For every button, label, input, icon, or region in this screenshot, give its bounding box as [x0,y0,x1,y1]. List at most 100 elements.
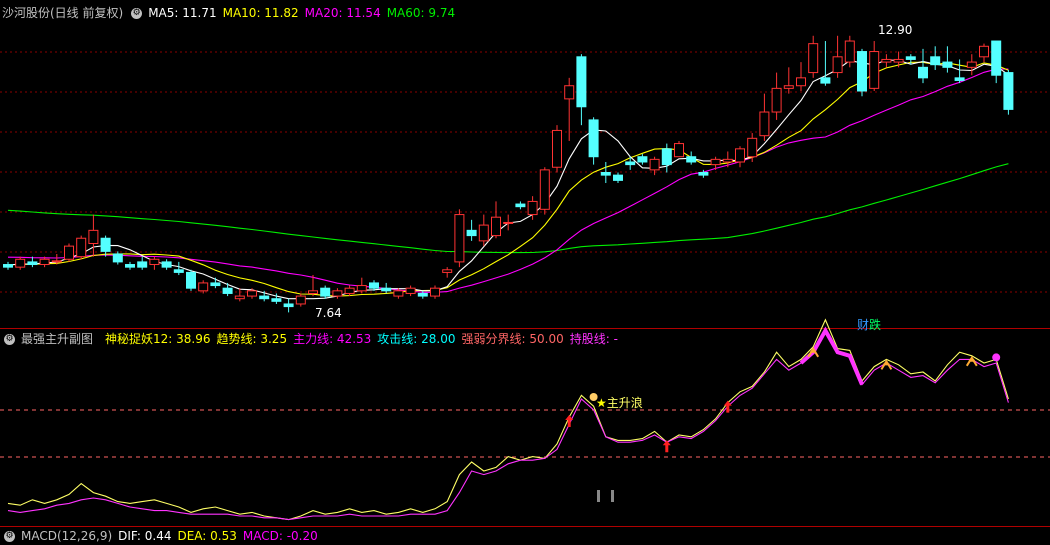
candle-body [332,290,343,297]
candle-body [271,298,282,302]
candle-body [515,203,526,208]
candle-body [112,253,123,263]
low-price-label: 7.64 [315,306,342,320]
candle-body [686,156,697,163]
candle-body [710,158,721,166]
ma-legend: MA5: 11.71 MA10: 11.82 MA20: 11.54 MA60: 9.… [148,6,461,20]
candle-body [222,287,233,294]
candle-body [149,258,160,266]
candle-body [869,51,880,89]
candle-body [637,156,648,163]
candle-body [808,43,819,74]
candle-body [966,61,977,68]
candle-body [51,260,62,263]
high-price-label: 12.90 [878,23,913,37]
main-panel-header: 沙河股份(日线 前复权) ⚙ MA5: 11.71 MA10: 11.82 MA20: … [2,4,467,22]
candle-body [1003,72,1014,110]
candle-body [735,148,745,163]
candle-body [381,287,392,292]
candle-body [820,77,831,84]
candle-body [64,245,74,260]
candle-body [857,51,867,92]
candle-body [881,58,892,63]
gear-icon[interactable]: ⚙ [131,8,143,19]
sub-legend-item: 强弱分界线: 50.00 [461,332,564,346]
bar-marker [597,490,600,502]
candle-body [930,56,941,66]
candle-body [588,119,599,158]
sub-panel-title: 最强主升副图 [21,332,94,346]
candle-body [295,295,306,305]
candle-body [674,143,684,158]
candle-body [27,261,38,266]
candle-body [991,40,1002,76]
ma-legend-item: MA20: 11.54 [304,6,381,20]
candle-body [356,285,367,292]
ma-legend-item: MA60: 9.74 [386,6,456,20]
candle-body [539,169,550,210]
candle-body [844,40,855,63]
buy-arrow-icon [662,440,671,453]
candle-body [527,200,538,216]
sub-series-line [7,318,1009,521]
candle-body [137,261,148,268]
candle-body [503,221,514,224]
sub-legend-item: 攻击线: 28.00 [377,332,456,346]
signal-markers [565,346,1001,502]
star-icon: ★ [596,396,607,410]
candle-body [979,45,989,58]
finance-tag[interactable]: 财 [857,318,869,332]
grid-lines [0,51,1050,527]
candle-body [308,290,318,294]
candle-body [430,287,440,297]
candle-body [722,158,733,163]
candle-body [783,85,794,89]
candle-body [942,61,953,68]
drop-tag[interactable]: 跌 [869,318,881,332]
candle-body [747,137,758,158]
candle-body [417,292,428,297]
candle-body [613,174,623,181]
candle-body [454,214,465,263]
candle-body [625,161,636,166]
candle-body [234,295,245,300]
macd-dea: DEA: 0.53 [177,529,237,543]
candle-body [442,269,453,273]
gear-icon[interactable]: ⚙ [4,334,15,345]
candle-body [173,269,184,273]
candle-body [76,237,87,258]
candle-body [344,287,355,294]
sub-legend: 神秘捉妖12: 38.96 趋势线: 3.25 主力线: 42.53 攻击线: 28.… [105,332,624,346]
candle-body [320,287,331,297]
candle-body [954,77,965,81]
candle-body [832,56,843,74]
macd-value: MACD: -0.20 [242,529,318,543]
candle-body [161,261,172,268]
candle-body [905,56,916,60]
gear-icon[interactable]: ⚙ [4,531,15,542]
sell-signal-icon [880,359,893,370]
candle-body [15,258,26,268]
candle-body [3,264,13,268]
candle-body [259,295,270,300]
sub-series-line [7,329,1009,521]
candle-body [247,290,257,297]
candle-body [186,271,196,289]
ma60-line [7,163,1009,254]
candlestick-series [3,35,1014,313]
candle-body [405,287,416,294]
candle-body [649,158,660,171]
event-tags[interactable]: 财跌 [857,316,881,333]
candle-body [198,282,209,292]
candle-body [100,237,111,252]
chart-stage [0,35,1050,527]
sub-legend-item: 神秘捉妖12: 38.96 [105,332,211,346]
ma-legend-item: MA10: 11.82 [222,6,299,20]
ma-legend-item: MA5: 11.71 [148,6,217,20]
candle-body [759,111,770,137]
sub-legend-item: 趋势线: 3.25 [216,332,288,346]
candle-body [918,66,928,79]
candle-body [478,224,489,242]
candle-body [600,172,611,176]
buy-arrow-icon [565,415,574,427]
